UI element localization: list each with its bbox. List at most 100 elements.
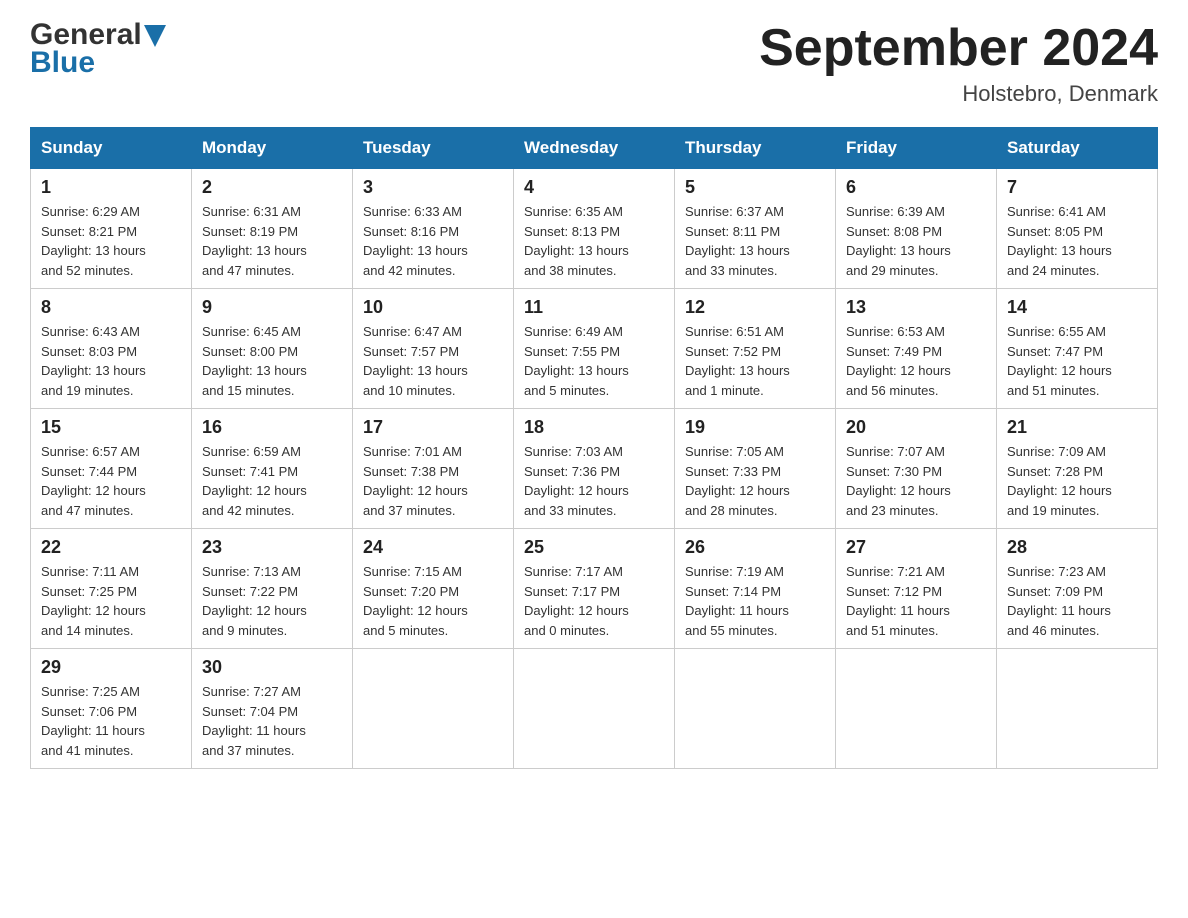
day-number: 16	[202, 417, 342, 438]
weekday-header-wednesday: Wednesday	[514, 128, 675, 169]
weekday-header-thursday: Thursday	[675, 128, 836, 169]
calendar-cell: 2Sunrise: 6:31 AMSunset: 8:19 PMDaylight…	[192, 169, 353, 289]
day-info: Sunrise: 6:35 AMSunset: 8:13 PMDaylight:…	[524, 202, 664, 280]
calendar-cell: 9 Sunrise: 6:45 AMSunset: 8:00 PMDaylight…	[192, 289, 353, 409]
page-header: General Blue September 2024 Holstebro, D…	[30, 20, 1158, 107]
logo-blue: Blue	[30, 46, 95, 80]
day-info: Sunrise: 7:15 AMSunset: 7:20 PMDaylight:…	[363, 562, 503, 640]
day-info: Sunrise: 6:45 AMSunset: 8:00 PMDaylight:…	[202, 322, 342, 400]
calendar-week-1: 1 Sunrise: 6:29 AMSunset: 8:21 PMDaylight…	[31, 169, 1158, 289]
day-number: 10	[363, 297, 503, 318]
calendar-cell	[514, 649, 675, 769]
title-block: September 2024 Holstebro, Denmark	[759, 20, 1158, 107]
calendar-week-4: 22Sunrise: 7:11 AMSunset: 7:25 PMDayligh…	[31, 529, 1158, 649]
day-number: 30	[202, 657, 342, 678]
weekday-header-friday: Friday	[836, 128, 997, 169]
day-number: 6	[846, 177, 986, 198]
day-info: Sunrise: 6:53 AMSunset: 7:49 PMDaylight:…	[846, 322, 986, 400]
day-number: 14	[1007, 297, 1147, 318]
day-info: Sunrise: 7:21 AMSunset: 7:12 PMDaylight:…	[846, 562, 986, 640]
calendar-cell: 23 Sunrise: 7:13 AMSunset: 7:22 PMDayligh…	[192, 529, 353, 649]
calendar-cell: 6 Sunrise: 6:39 AMSunset: 8:08 PMDaylight…	[836, 169, 997, 289]
calendar-cell: 15 Sunrise: 6:57 AMSunset: 7:44 PMDayligh…	[31, 409, 192, 529]
month-title: September 2024	[759, 20, 1158, 77]
day-number: 15	[41, 417, 181, 438]
calendar-cell	[353, 649, 514, 769]
day-info: Sunrise: 7:13 AMSunset: 7:22 PMDaylight:…	[202, 562, 342, 640]
calendar-cell: 18Sunrise: 7:03 AMSunset: 7:36 PMDayligh…	[514, 409, 675, 529]
weekday-header-monday: Monday	[192, 128, 353, 169]
day-number: 21	[1007, 417, 1147, 438]
day-info: Sunrise: 6:55 AMSunset: 7:47 PMDaylight:…	[1007, 322, 1147, 400]
calendar-cell: 7Sunrise: 6:41 AMSunset: 8:05 PMDaylight…	[997, 169, 1158, 289]
day-number: 19	[685, 417, 825, 438]
calendar-cell: 8Sunrise: 6:43 AMSunset: 8:03 PMDaylight…	[31, 289, 192, 409]
calendar-cell: 19 Sunrise: 7:05 AMSunset: 7:33 PMDayligh…	[675, 409, 836, 529]
weekday-header-saturday: Saturday	[997, 128, 1158, 169]
day-info: Sunrise: 7:05 AMSunset: 7:33 PMDaylight:…	[685, 442, 825, 520]
day-info: Sunrise: 6:29 AMSunset: 8:21 PMDaylight:…	[41, 202, 181, 280]
calendar-week-3: 15 Sunrise: 6:57 AMSunset: 7:44 PMDayligh…	[31, 409, 1158, 529]
day-number: 5	[685, 177, 825, 198]
location: Holstebro, Denmark	[759, 81, 1158, 107]
calendar-cell: 3Sunrise: 6:33 AMSunset: 8:16 PMDaylight…	[353, 169, 514, 289]
day-info: Sunrise: 6:51 AMSunset: 7:52 PMDaylight:…	[685, 322, 825, 400]
day-number: 24	[363, 537, 503, 558]
calendar-cell: 27 Sunrise: 7:21 AMSunset: 7:12 PMDayligh…	[836, 529, 997, 649]
calendar-cell	[675, 649, 836, 769]
weekday-header-sunday: Sunday	[31, 128, 192, 169]
day-info: Sunrise: 6:47 AMSunset: 7:57 PMDaylight:…	[363, 322, 503, 400]
calendar-cell: 22Sunrise: 7:11 AMSunset: 7:25 PMDayligh…	[31, 529, 192, 649]
logo: General Blue	[30, 20, 166, 80]
day-info: Sunrise: 7:11 AMSunset: 7:25 PMDaylight:…	[41, 562, 181, 640]
calendar-cell	[997, 649, 1158, 769]
calendar-cell: 28Sunrise: 7:23 AMSunset: 7:09 PMDayligh…	[997, 529, 1158, 649]
day-number: 29	[41, 657, 181, 678]
calendar-header-row: SundayMondayTuesdayWednesdayThursdayFrid…	[31, 128, 1158, 169]
calendar-table: SundayMondayTuesdayWednesdayThursdayFrid…	[30, 127, 1158, 769]
day-number: 13	[846, 297, 986, 318]
calendar-cell: 14 Sunrise: 6:55 AMSunset: 7:47 PMDayligh…	[997, 289, 1158, 409]
day-number: 23	[202, 537, 342, 558]
calendar-cell: 1 Sunrise: 6:29 AMSunset: 8:21 PMDaylight…	[31, 169, 192, 289]
calendar-cell: 10 Sunrise: 6:47 AMSunset: 7:57 PMDayligh…	[353, 289, 514, 409]
calendar-cell: 20 Sunrise: 7:07 AMSunset: 7:30 PMDayligh…	[836, 409, 997, 529]
day-number: 27	[846, 537, 986, 558]
calendar-cell: 17Sunrise: 7:01 AMSunset: 7:38 PMDayligh…	[353, 409, 514, 529]
day-number: 26	[685, 537, 825, 558]
day-number: 9	[202, 297, 342, 318]
day-number: 4	[524, 177, 664, 198]
day-info: Sunrise: 7:07 AMSunset: 7:30 PMDaylight:…	[846, 442, 986, 520]
calendar-week-2: 8Sunrise: 6:43 AMSunset: 8:03 PMDaylight…	[31, 289, 1158, 409]
calendar-cell: 24 Sunrise: 7:15 AMSunset: 7:20 PMDayligh…	[353, 529, 514, 649]
calendar-cell: 30 Sunrise: 7:27 AMSunset: 7:04 PMDayligh…	[192, 649, 353, 769]
day-info: Sunrise: 7:17 AMSunset: 7:17 PMDaylight:…	[524, 562, 664, 640]
day-info: Sunrise: 7:25 AMSunset: 7:06 PMDaylight:…	[41, 682, 181, 760]
day-number: 12	[685, 297, 825, 318]
day-number: 2	[202, 177, 342, 198]
day-info: Sunrise: 6:39 AMSunset: 8:08 PMDaylight:…	[846, 202, 986, 280]
day-info: Sunrise: 6:59 AMSunset: 7:41 PMDaylight:…	[202, 442, 342, 520]
day-number: 25	[524, 537, 664, 558]
day-info: Sunrise: 7:09 AMSunset: 7:28 PMDaylight:…	[1007, 442, 1147, 520]
day-info: Sunrise: 6:57 AMSunset: 7:44 PMDaylight:…	[41, 442, 181, 520]
day-number: 3	[363, 177, 503, 198]
day-info: Sunrise: 7:01 AMSunset: 7:38 PMDaylight:…	[363, 442, 503, 520]
calendar-cell: 16 Sunrise: 6:59 AMSunset: 7:41 PMDayligh…	[192, 409, 353, 529]
day-number: 20	[846, 417, 986, 438]
day-info: Sunrise: 7:23 AMSunset: 7:09 PMDaylight:…	[1007, 562, 1147, 640]
calendar-cell: 21 Sunrise: 7:09 AMSunset: 7:28 PMDayligh…	[997, 409, 1158, 529]
calendar-cell: 5Sunrise: 6:37 AMSunset: 8:11 PMDaylight…	[675, 169, 836, 289]
calendar-week-5: 29 Sunrise: 7:25 AMSunset: 7:06 PMDayligh…	[31, 649, 1158, 769]
day-number: 8	[41, 297, 181, 318]
calendar-cell: 11Sunrise: 6:49 AMSunset: 7:55 PMDayligh…	[514, 289, 675, 409]
calendar-cell: 25 Sunrise: 7:17 AMSunset: 7:17 PMDayligh…	[514, 529, 675, 649]
calendar-cell: 26 Sunrise: 7:19 AMSunset: 7:14 PMDayligh…	[675, 529, 836, 649]
day-info: Sunrise: 7:03 AMSunset: 7:36 PMDaylight:…	[524, 442, 664, 520]
day-number: 7	[1007, 177, 1147, 198]
day-info: Sunrise: 7:27 AMSunset: 7:04 PMDaylight:…	[202, 682, 342, 760]
day-number: 1	[41, 177, 181, 198]
logo-arrow-icon	[144, 25, 166, 47]
calendar-cell: 4 Sunrise: 6:35 AMSunset: 8:13 PMDaylight…	[514, 169, 675, 289]
day-info: Sunrise: 7:19 AMSunset: 7:14 PMDaylight:…	[685, 562, 825, 640]
